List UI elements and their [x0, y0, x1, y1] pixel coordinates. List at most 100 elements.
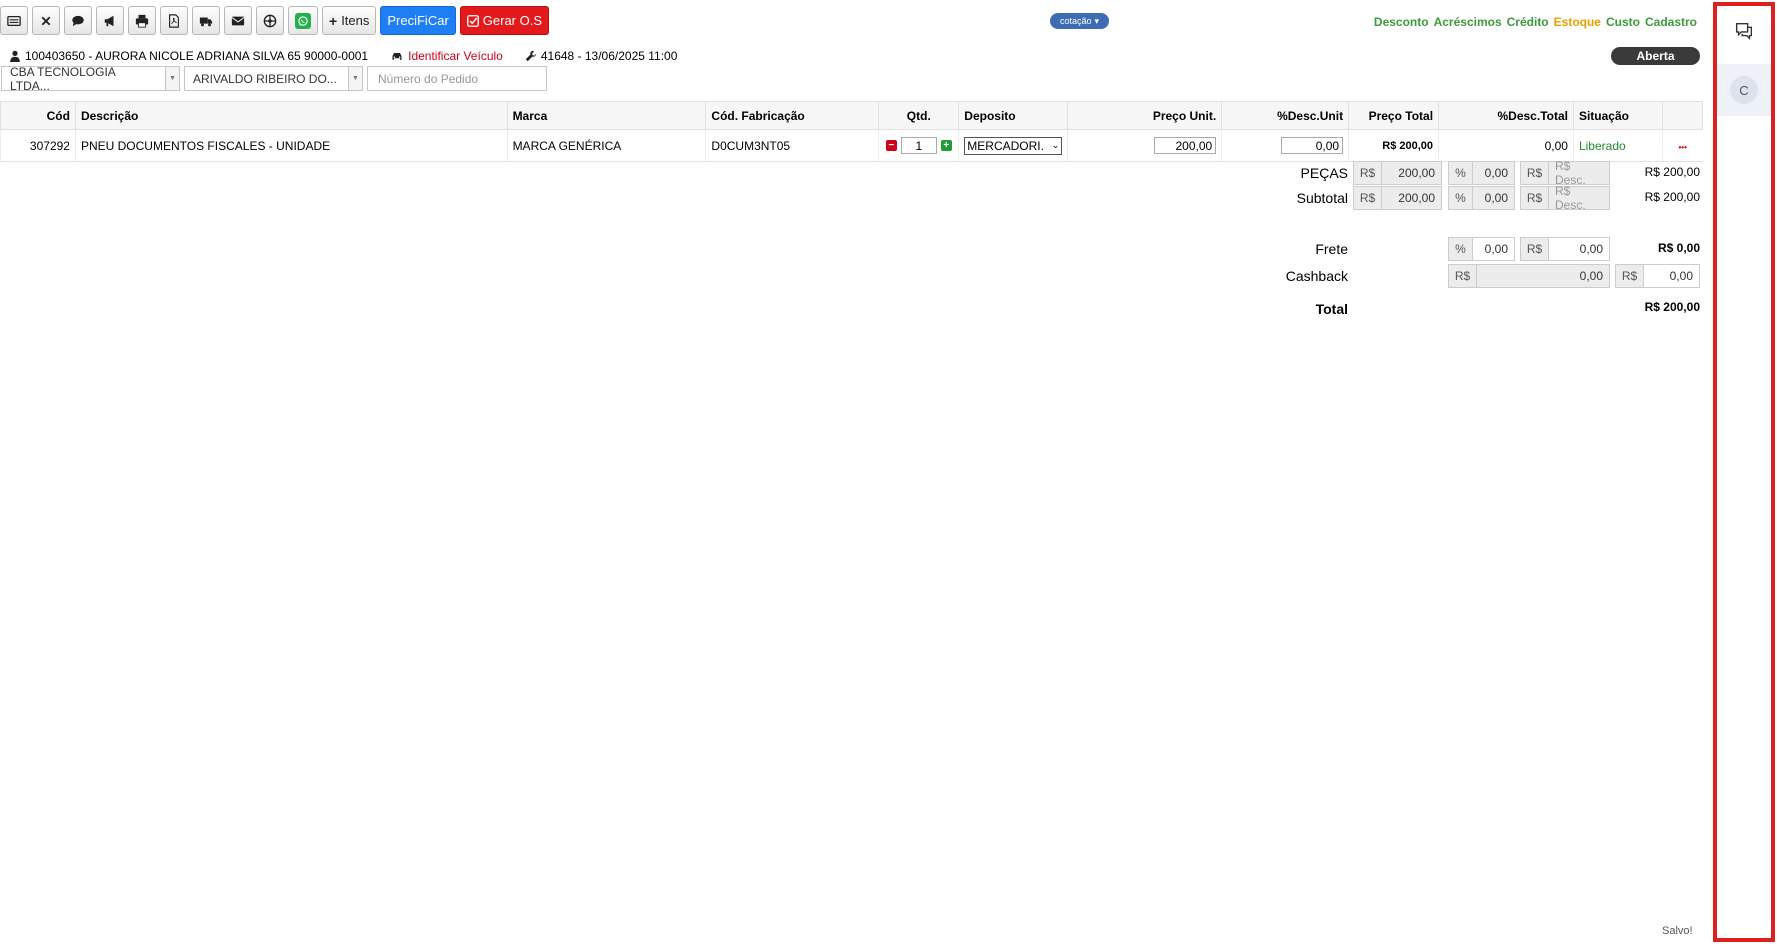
- avatar[interactable]: C: [1730, 76, 1758, 104]
- add-items-button[interactable]: + Itens: [322, 6, 377, 35]
- minus-icon[interactable]: −: [885, 140, 897, 152]
- envelope-icon: [231, 16, 245, 25]
- items-table: Cód Descrição Marca Cód. Fabricação Qtd.…: [0, 101, 1704, 162]
- pecas-discount-field[interactable]: R$ R$ Desc.: [1520, 159, 1610, 187]
- pecas-discount-placeholder: R$ Desc.: [1549, 159, 1609, 187]
- cell-preco-unit: [1067, 129, 1222, 162]
- header-descricao[interactable]: Descrição: [74, 101, 508, 130]
- pecas-label: PEÇAS: [1300, 165, 1348, 181]
- select-row: CBA TECNOLOGIA LTDA... ▼ ARIVALDO RIBEIR…: [1, 65, 547, 93]
- toolbar: + Itens PreciFiCar Gerar O.S: [0, 6, 550, 35]
- pecas-total: R$ 200,00: [1644, 165, 1700, 179]
- top-link-desconto[interactable]: Desconto: [1374, 15, 1429, 29]
- cashback-label: Cashback: [1285, 268, 1348, 284]
- list-button[interactable]: [0, 6, 28, 35]
- vehicle-info[interactable]: Identificar Veículo: [390, 49, 503, 63]
- plus-icon: +: [329, 12, 338, 29]
- subtotal-total: R$ 200,00: [1644, 190, 1700, 204]
- currency-addon: R$: [1354, 162, 1382, 184]
- header-marca[interactable]: Marca: [506, 101, 707, 130]
- deposito-select[interactable]: MERCADORI. ⌄: [964, 136, 1063, 155]
- header-preco-unit[interactable]: Preço Unit.: [1067, 101, 1223, 130]
- total-label: Total: [1315, 301, 1348, 317]
- comment-icon: [72, 15, 84, 26]
- cell-marca: MARCA GENÉRICA: [506, 129, 706, 162]
- print-icon: [135, 14, 149, 28]
- add-items-label: Itens: [341, 13, 370, 28]
- header-situacao[interactable]: Situação: [1572, 101, 1663, 130]
- currency-addon: R$: [1521, 187, 1549, 209]
- pdf-button[interactable]: [160, 6, 188, 35]
- pecas-pct-field[interactable]: % 0,00: [1448, 161, 1515, 185]
- cell-descricao: PNEU DOCUMENTOS FISCALES - UNIDADE: [74, 129, 508, 162]
- cashback-use-value: 0,00: [1669, 269, 1693, 283]
- header-preco-total[interactable]: Preço Total: [1348, 101, 1440, 130]
- cell-actions: •••: [1661, 129, 1703, 162]
- whatsapp-icon: [295, 12, 311, 29]
- car-icon: [392, 53, 402, 60]
- unit-discount-input[interactable]: [1281, 137, 1344, 154]
- more-options-icon[interactable]: •••: [1679, 143, 1687, 152]
- precificar-button[interactable]: PreciFiCar: [380, 6, 456, 35]
- top-link-acrescimos[interactable]: Acréscimos: [1434, 15, 1502, 29]
- pecas-value: 200,00: [1382, 162, 1441, 184]
- wheel-button[interactable]: [256, 6, 284, 35]
- order-number: 41648 - 13/06/2025 11:00: [540, 49, 678, 63]
- seller-select-value: ARIVALDO RIBEIRO DO...: [193, 71, 337, 86]
- company-select[interactable]: CBA TECNOLOGIA LTDA... ▼: [1, 65, 180, 93]
- currency-addon: R$: [1521, 162, 1549, 184]
- top-link-custo[interactable]: Custo: [1606, 15, 1640, 29]
- top-link-estoque[interactable]: Estoque: [1554, 15, 1601, 29]
- generate-os-button[interactable]: Gerar O.S: [459, 6, 550, 35]
- client-info[interactable]: 100403650 - AURORA NICOLE ADRIANA SILVA …: [9, 49, 368, 63]
- email-button[interactable]: [224, 6, 252, 35]
- header-deposito[interactable]: Deposito: [958, 101, 1069, 130]
- delivery-button[interactable]: [192, 6, 220, 35]
- print-button[interactable]: [128, 6, 156, 35]
- order-number-input[interactable]: [367, 66, 547, 91]
- generate-os-label: Gerar O.S: [482, 13, 543, 28]
- subtotal-value-field: R$ 200,00: [1353, 186, 1442, 210]
- currency-addon: R$: [1616, 265, 1644, 287]
- subtotal-pct-field[interactable]: % 0,00: [1448, 186, 1515, 210]
- comment-button[interactable]: [64, 6, 92, 35]
- cell-qtd: − +: [878, 129, 959, 162]
- table-row: 307292 PNEU DOCUMENTOS FISCALES - UNIDAD…: [0, 129, 1703, 162]
- cotacao-label: cotação: [1060, 16, 1092, 26]
- frete-pct-field[interactable]: % 0,00: [1448, 237, 1515, 261]
- unit-price-input[interactable]: [1154, 137, 1217, 154]
- cashback-use-field[interactable]: R$ 0,00: [1615, 264, 1700, 288]
- quantity-input[interactable]: [900, 137, 937, 155]
- header-cod-fabricacao[interactable]: Cód. Fabricação: [705, 101, 880, 130]
- frete-label: Frete: [1315, 241, 1348, 257]
- client-name: 100403650 - AURORA NICOLE ADRIANA SILVA …: [25, 49, 369, 63]
- megaphone-icon: [104, 15, 114, 26]
- subtotal-label: Subtotal: [1296, 190, 1348, 206]
- subtotal-discount-placeholder: R$ Desc.: [1549, 184, 1609, 212]
- header-desc-unit[interactable]: %Desc.Unit: [1221, 101, 1350, 130]
- top-link-credito[interactable]: Crédito: [1507, 15, 1549, 29]
- percent-addon: %: [1449, 238, 1473, 260]
- table-header-row: Cód Descrição Marca Cód. Fabricação Qtd.…: [0, 101, 1704, 130]
- cotacao-dropdown[interactable]: cotação ▾: [1050, 13, 1110, 29]
- header-cod[interactable]: Cód: [0, 101, 76, 130]
- close-button[interactable]: [32, 6, 60, 35]
- cell-deposito: MERCADORI. ⌄: [958, 129, 1068, 162]
- currency-addon: R$: [1354, 187, 1382, 209]
- whatsapp-button[interactable]: [288, 6, 318, 35]
- chat-icon: [1735, 22, 1753, 40]
- frete-value: 0,00: [1579, 242, 1603, 256]
- user-section[interactable]: C: [1717, 64, 1771, 116]
- subtotal-value: 200,00: [1382, 187, 1441, 209]
- plus-icon[interactable]: +: [940, 140, 952, 152]
- seller-select[interactable]: ARIVALDO RIBEIRO DO... ▼: [184, 66, 363, 91]
- frete-value-field[interactable]: R$ 0,00: [1520, 237, 1610, 261]
- chat-button[interactable]: [1727, 14, 1761, 48]
- subtotal-discount-field[interactable]: R$ R$ Desc.: [1520, 184, 1610, 212]
- header-desc-total[interactable]: %Desc.Total: [1438, 101, 1574, 130]
- identify-vehicle-link[interactable]: Identificar Veículo: [408, 49, 503, 63]
- top-link-cadastro[interactable]: Cadastro: [1645, 15, 1697, 29]
- header-qtd[interactable]: Qtd.: [878, 101, 960, 130]
- announce-button[interactable]: [96, 6, 124, 35]
- pecas-value-field: R$ 200,00: [1353, 161, 1442, 185]
